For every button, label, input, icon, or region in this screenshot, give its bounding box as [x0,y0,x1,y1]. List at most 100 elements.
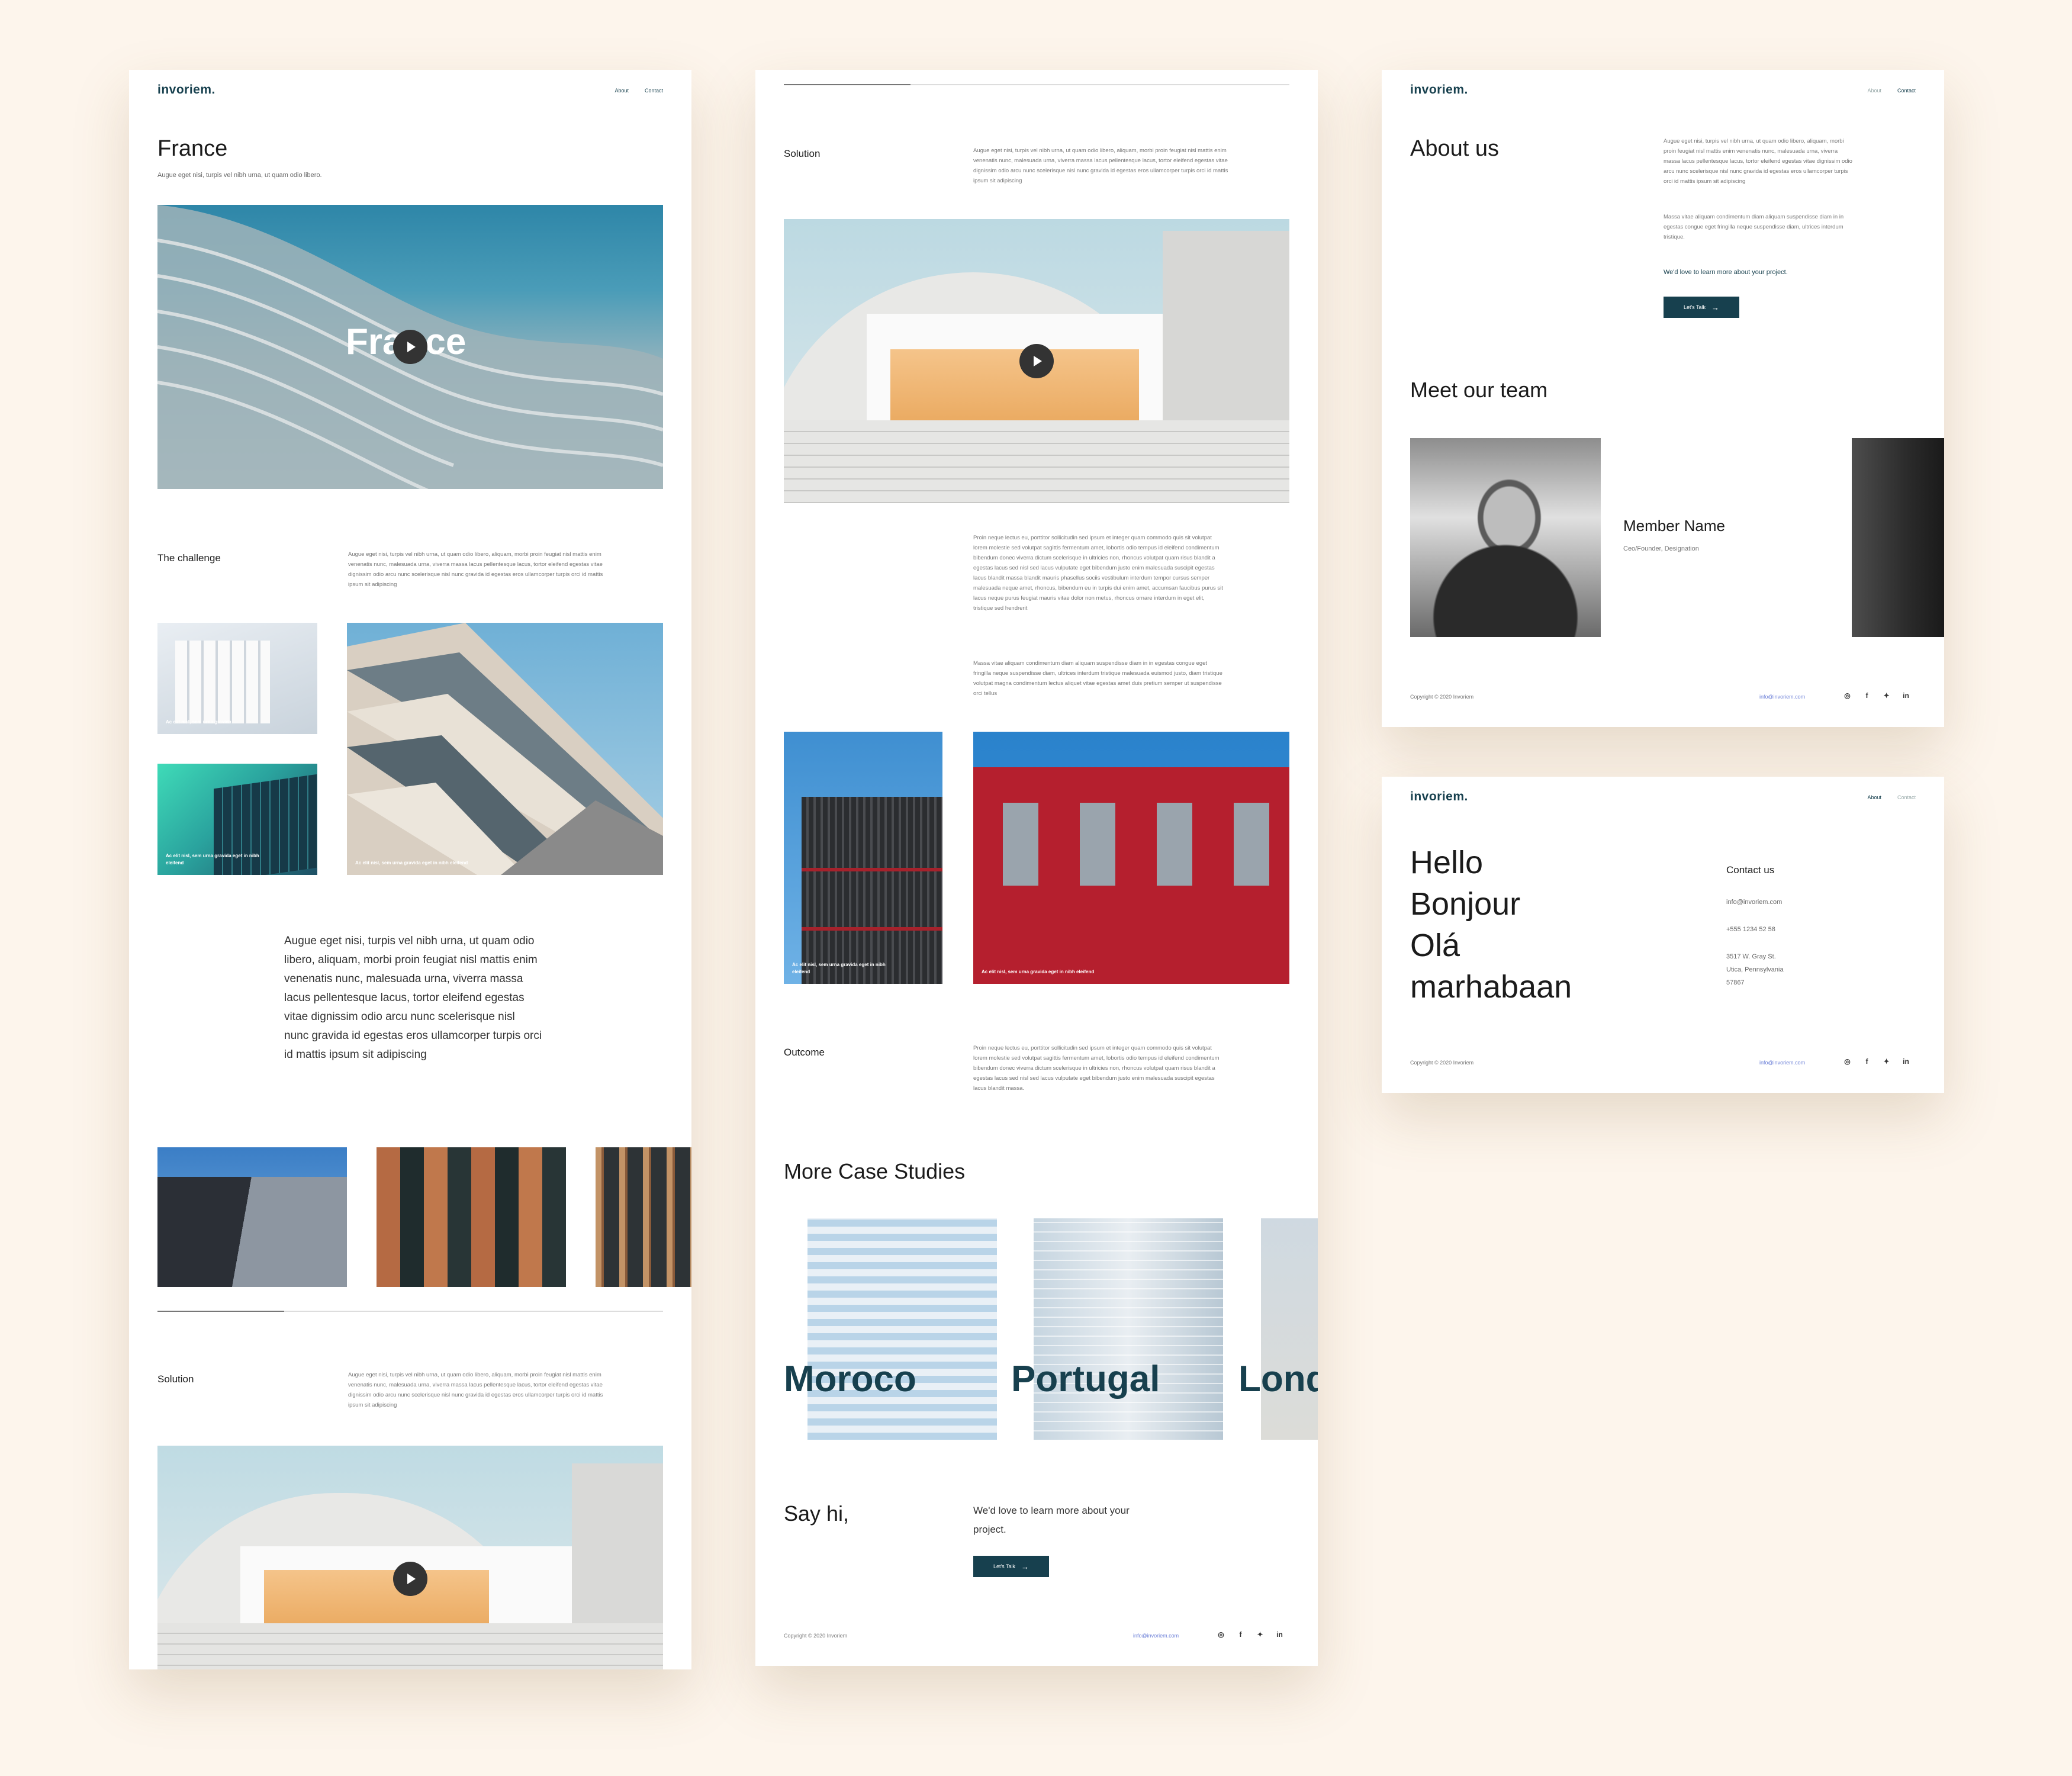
team-member-photo-2[interactable] [1852,438,1944,637]
page-card-about: invoriem. About Contact About us Augue e… [1382,70,1944,727]
page-title: France [157,136,228,161]
nav-contact[interactable]: Contact [1897,88,1916,94]
play-icon-3[interactable] [1019,344,1054,378]
greeting-ola: Olá [1410,928,1460,963]
footer-email[interactable]: info@invoriem.com [1133,1633,1179,1639]
about-lets-talk-label: Let's Talk [1683,304,1706,310]
about-copyright: Copyright © 2020 Invoriem [1410,694,1474,700]
gallery-image-2: Ac elit nisl, sem urna gravida eget in n… [157,764,317,875]
page-card-contact: invoriem. About Contact Hello Bonjour Ol… [1382,777,1944,1093]
greetings-list: Hello Bonjour Olá marhabaan [1410,842,1572,1008]
arrow-right-icon: → [1711,303,1720,312]
instagram-icon[interactable]: ◎ [1843,1057,1851,1066]
top-nav-about: About Contact [1867,88,1916,94]
case-study-portugal[interactable] [1034,1218,1223,1440]
progress-bar [157,1311,663,1312]
progress-bar-2 [784,84,1289,85]
challenge-text: Augue eget nisi, turpis vel nibh urna, u… [348,551,603,588]
strip-image-3 [596,1147,691,1287]
gallery-image-1: Ac elit nisl, sem urna gravida [157,623,317,734]
body-text-long: Proin neque lectus eu, porttitor sollici… [973,535,1223,612]
page-card-france: invoriem. About Contact France Augue ege… [129,70,691,1669]
contact-address-2: Utica, Pennsylvania [1726,966,1784,973]
about-paragraph-1: Augue eget nisi, turpis vel nibh urna, u… [1664,138,1852,185]
solution-label-2: Solution [784,148,821,159]
outcome-label: Outcome [784,1047,825,1058]
building-dark-image: Ac elit nisl, sem urna gravida eget in n… [784,732,942,984]
linkedin-icon[interactable]: in [1902,1057,1910,1066]
gallery-image-3: Ac elit nisl, sem urna gravida eget in n… [347,623,663,875]
lets-talk-label: Let's Talk [993,1563,1016,1569]
gallery-caption-1: Ac elit nisl, sem urna gravida [166,719,231,725]
building-caption-a: Ac elit nisl, sem urna gravida eget in n… [792,962,886,974]
contact-email[interactable]: info@invoriem.com [1726,897,1782,908]
play-icon-2[interactable] [393,1562,427,1596]
amphitheater-image [157,1446,663,1669]
amphitheater-image-2 [784,219,1289,503]
facebook-icon[interactable]: f [1237,1630,1244,1639]
case-study-portugal-label[interactable]: Portugal [1011,1358,1160,1400]
say-hi-heading: Say hi, [784,1501,850,1526]
team-member-photo[interactable] [1410,438,1601,637]
body-text-mid: Massa vitae aliquam condimentum diam ali… [973,660,1222,697]
facebook-icon[interactable]: f [1863,1057,1871,1066]
nav-about[interactable]: About [1867,794,1881,800]
greeting-hello: Hello [1410,845,1484,880]
nav-about[interactable]: About [1867,88,1881,94]
about-lets-talk-button[interactable]: Let's Talk → [1664,297,1739,318]
page-card-continuation: Solution Augue eget nisi, turpis vel nib… [755,70,1318,1666]
about-social-links: ◎ f ✦ in [1843,691,1910,700]
strip-image-2 [377,1147,566,1287]
building-stripes [347,623,663,875]
about-footer-email[interactable]: info@invoriem.com [1759,694,1805,700]
arrow-right-icon: → [1021,1562,1029,1571]
nav-contact[interactable]: Contact [645,88,663,94]
greeting-bonjour: Bonjour [1410,886,1521,922]
contact-footer-email[interactable]: info@invoriem.com [1759,1060,1805,1066]
greeting-marhabaan: marhabaan [1410,969,1572,1005]
linkedin-icon[interactable]: in [1902,691,1910,700]
contact-phone[interactable]: +555 1234 52 58 [1726,925,1775,935]
play-icon[interactable] [393,330,427,364]
challenge-label: The challenge [157,552,221,564]
learn-more-text: We'd love to learn more about your proje… [973,1505,1130,1535]
contact-label: Contact us [1726,864,1775,876]
twitter-icon[interactable]: ✦ [1883,1057,1890,1066]
nav-contact[interactable]: Contact [1897,794,1916,800]
contact-copyright: Copyright © 2020 Invoriem [1410,1060,1474,1066]
facebook-icon[interactable]: f [1863,691,1871,700]
more-case-studies-title: More Case Studies [784,1159,966,1183]
brand-logo-about[interactable]: invoriem. [1410,83,1468,97]
solution-label: Solution [157,1373,194,1385]
brand-logo-contact[interactable]: invoriem. [1410,790,1468,804]
solution-text: Augue eget nisi, turpis vel nibh urna, u… [348,1372,603,1408]
page-subtitle: Augue eget nisi, turpis vel nibh urna, u… [157,172,322,179]
linkedin-icon[interactable]: in [1276,1630,1283,1639]
strip-image-1 [157,1147,347,1287]
gallery-caption-3: Ac elit nisl, sem urna gravida eget in n… [355,860,468,866]
about-learn-more: We'd love to learn more about your proje… [1664,269,1788,276]
lets-talk-button[interactable]: Let's Talk → [973,1556,1049,1577]
case-study-london[interactable] [1261,1218,1318,1440]
instagram-icon[interactable]: ◎ [1217,1630,1225,1639]
member-name: Member Name [1623,517,1725,535]
contact-zip: 57867 [1726,979,1745,986]
solution-text-2: Augue eget nisi, turpis vel nibh urna, u… [973,147,1228,184]
feature-quote: Augue eget nisi, turpis vel nibh urna, u… [284,935,542,1061]
member-role: Ceo/Founder, Designation [1623,545,1699,552]
outcome-text: Proin neque lectus eu, porttitor sollici… [973,1045,1220,1092]
case-study-moroco[interactable] [807,1218,997,1440]
copyright: Copyright © 2020 Invoriem [784,1633,848,1639]
hero-image: France [157,205,663,489]
gallery-caption-2: Ac elit nisl, sem urna gravida eget in n… [166,853,259,866]
case-study-london-label[interactable]: London [1238,1358,1318,1400]
twitter-icon[interactable]: ✦ [1256,1630,1264,1639]
about-paragraph-2: Massa vitae aliquam condimentum diam ali… [1664,214,1844,240]
brand-logo[interactable]: invoriem. [157,83,215,97]
contact-address-1: 3517 W. Gray St. [1726,953,1776,960]
twitter-icon[interactable]: ✦ [1883,691,1890,700]
instagram-icon[interactable]: ◎ [1843,691,1851,700]
case-study-moroco-label[interactable]: Moroco [784,1358,916,1400]
nav-about[interactable]: About [614,88,629,94]
top-nav: About Contact [614,88,663,94]
